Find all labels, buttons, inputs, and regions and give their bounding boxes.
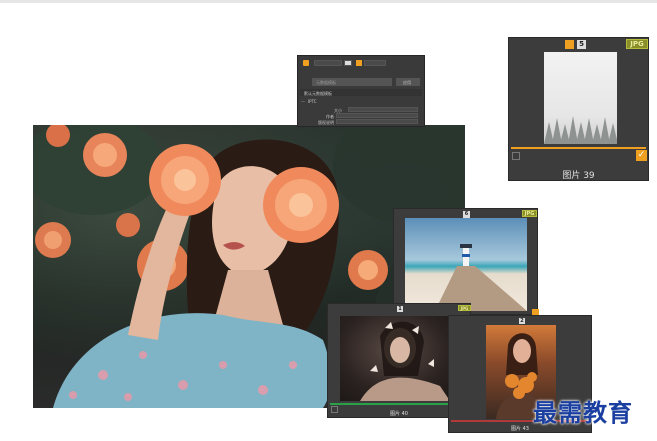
apply-button[interactable]: 应用 <box>396 78 420 86</box>
thumbnail-image-butterfly-portrait <box>340 316 460 401</box>
butterfly-portrait-illustration <box>360 321 450 401</box>
field-copyright-input[interactable] <box>336 119 418 124</box>
section-label-iptc: IPTC <box>308 99 317 104</box>
thumbnail-card-39[interactable]: 5 JPG ✓ 图片 39 <box>508 37 649 181</box>
toolbar-buttons[interactable] <box>314 60 342 66</box>
template-dropdown[interactable]: 默认元数据模板 <box>300 89 422 96</box>
jpg-badge: JPG <box>626 39 648 49</box>
section-toggle-icon[interactable]: — <box>301 99 305 104</box>
check-icon[interactable]: ✓ <box>636 150 647 161</box>
toolbar-active-button[interactable] <box>344 60 352 66</box>
selection-bar <box>511 147 646 149</box>
snow-forest-illustration <box>544 116 617 144</box>
jpg-badge: JPG <box>522 210 537 217</box>
rating-number-badge: 5 <box>577 40 586 49</box>
field-label-copyright: 版权说明 <box>318 120 334 125</box>
checkbox-icon[interactable] <box>303 60 309 66</box>
metadata-panel: 元数据模板 应用 默认元数据模板 — IPTC 大小 作者 版权说明 <box>297 55 425 127</box>
card-caption: 图片 39 <box>562 171 595 181</box>
dropdown-value: 默认元数据模板 <box>304 91 332 96</box>
jpg-badge: JPG <box>458 305 471 311</box>
rating-number-badge: 2 <box>519 318 525 324</box>
watermark-logo-text: 最需教育 <box>533 398 633 427</box>
top-edge-bar <box>0 0 657 3</box>
pier-illustration <box>435 244 527 311</box>
select-checkbox[interactable] <box>512 152 520 160</box>
search-input[interactable]: 元数据模板 <box>312 78 392 86</box>
toolbar-buttons-2[interactable] <box>364 60 386 66</box>
thumbnail-image-snow-forest <box>544 52 617 144</box>
rating-number-badge: 1 <box>397 306 403 312</box>
label-color-icon <box>565 40 574 49</box>
apply-label: 应用 <box>403 80 411 85</box>
rating-number-badge: 6 <box>463 211 470 218</box>
thumbnail-card-pier[interactable]: 6 JPG <box>393 208 539 316</box>
toolbar-orange-button[interactable] <box>356 60 362 66</box>
field-author-input[interactable] <box>336 113 418 118</box>
search-placeholder: 元数据模板 <box>316 80 336 85</box>
field-size-input[interactable] <box>348 107 418 112</box>
thumbnail-image-pier <box>405 218 527 311</box>
